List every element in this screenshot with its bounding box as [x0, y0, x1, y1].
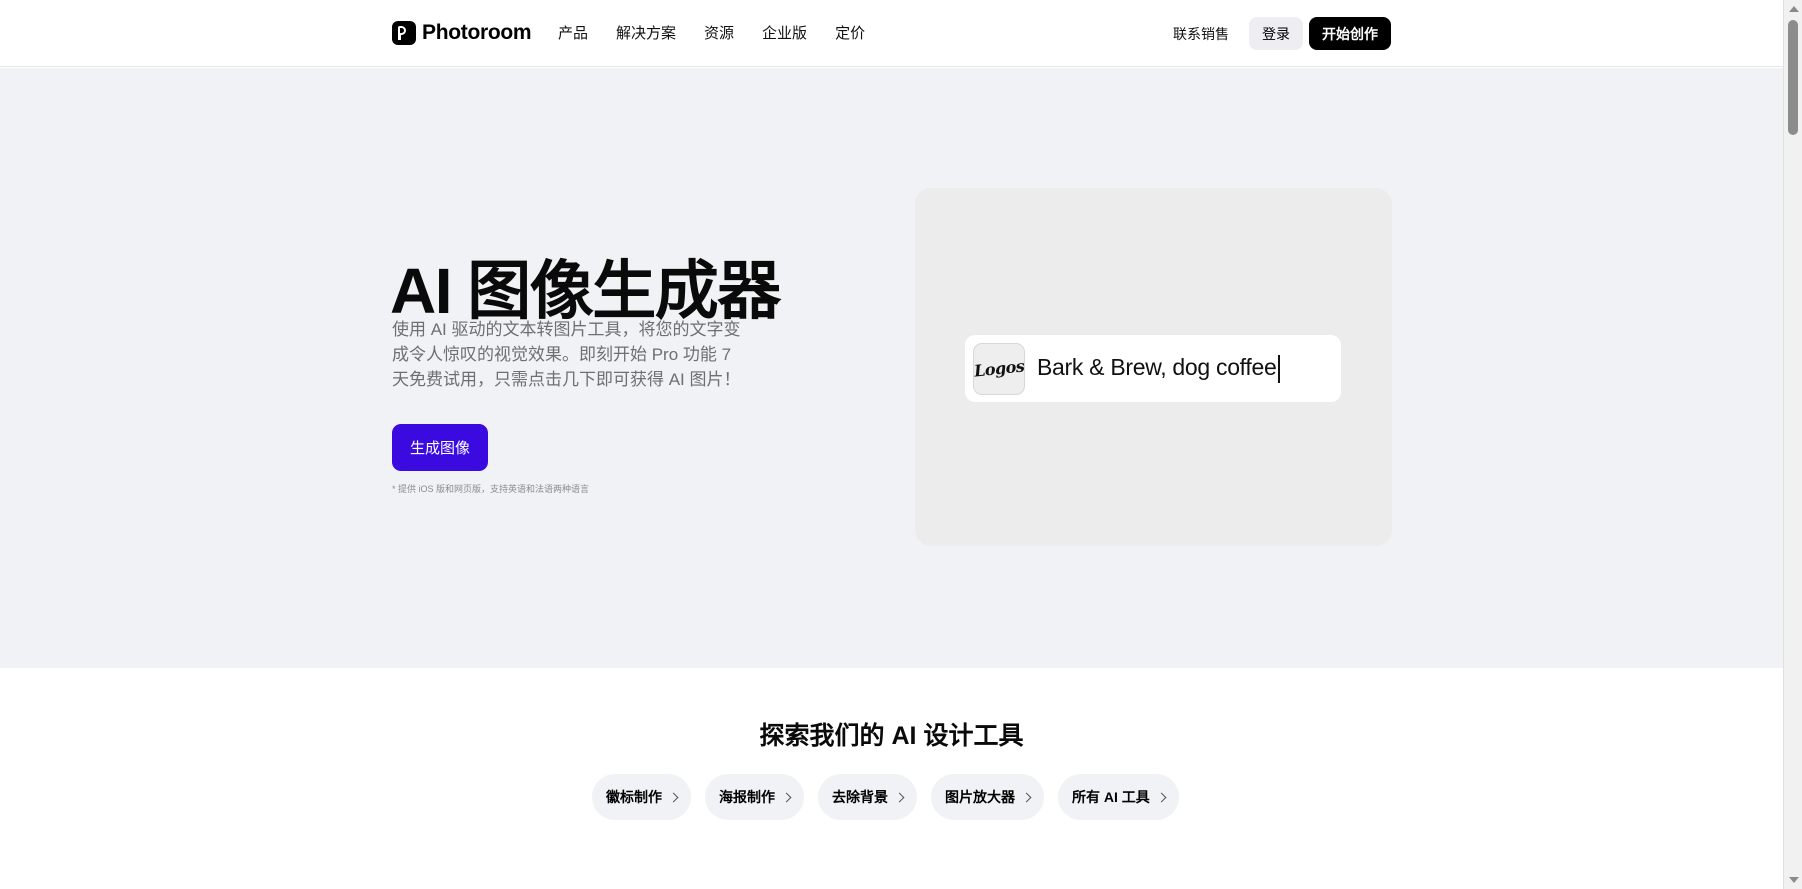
chip-label: 所有 AI 工具: [1072, 789, 1150, 805]
text-cursor: [1278, 354, 1281, 383]
availability-note: * 提供 iOS 版和网页版，支持英语和法语两种语言: [392, 484, 590, 494]
nav-actions: 联系销售 登录 开始创作: [1173, 17, 1391, 50]
logos-thumbnail-label: Logos: [973, 356, 1026, 381]
scroll-up-icon[interactable]: [1789, 6, 1799, 12]
chip-remove-background[interactable]: 去除背景: [818, 774, 917, 820]
chip-label: 去除背景: [832, 789, 888, 805]
login-button[interactable]: 登录: [1249, 17, 1303, 50]
top-navigation: Photoroom 产品 解决方案 资源 企业版 定价 联系销售 登录 开始创作: [0, 0, 1783, 67]
prompt-value: Bark & Brew, dog coffee: [1037, 354, 1277, 381]
chevron-right-icon: [1021, 792, 1032, 802]
prompt-input-demo: Logos Bark & Brew, dog coffee: [965, 335, 1341, 402]
hero-description: 使用 AI 驱动的文本转图片工具，将您的文字变成令人惊叹的视觉效果。即刻开始 P…: [392, 320, 741, 389]
brand-logo[interactable]: Photoroom: [392, 20, 532, 46]
chevron-right-icon: [1156, 792, 1167, 802]
tools-chip-list: 徽标制作 海报制作 去除背景 图片放大器 所有 AI 工具: [592, 774, 1193, 820]
chip-logo-maker[interactable]: 徽标制作: [592, 774, 691, 820]
menu-item-products[interactable]: 产品: [558, 22, 588, 43]
vertical-scrollbar[interactable]: [1783, 0, 1802, 889]
main-menu: 产品 解决方案 资源 企业版 定价: [558, 22, 893, 43]
chevron-right-icon: [781, 792, 792, 802]
chevron-right-icon: [894, 792, 905, 802]
chip-poster-maker[interactable]: 海报制作: [705, 774, 804, 820]
generate-image-button[interactable]: 生成图像: [392, 424, 489, 471]
hero-section: AI 图像生成器 使用 AI 驱动的文本转图片工具，将您的文字变成令人惊叹的视觉…: [0, 68, 1783, 668]
scrollbar-thumb[interactable]: [1788, 20, 1798, 135]
menu-item-enterprise[interactable]: 企业版: [762, 22, 807, 43]
brand-name: Photoroom: [422, 21, 532, 44]
contact-sales-link[interactable]: 联系销售: [1173, 24, 1229, 44]
menu-item-solutions[interactable]: 解决方案: [616, 22, 676, 43]
menu-item-pricing[interactable]: 定价: [835, 22, 865, 43]
menu-item-resources[interactable]: 资源: [704, 22, 734, 43]
chip-label: 图片放大器: [945, 789, 1015, 805]
chip-label: 徽标制作: [606, 789, 662, 805]
chip-all-ai-tools[interactable]: 所有 AI 工具: [1058, 774, 1179, 820]
demo-preview-card: Logos Bark & Brew, dog coffee: [915, 188, 1392, 546]
chip-label: 海报制作: [719, 789, 775, 805]
scroll-down-icon[interactable]: [1789, 877, 1799, 883]
prompt-text: Bark & Brew, dog coffee: [1037, 354, 1281, 383]
logos-thumbnail: Logos: [973, 342, 1026, 395]
start-creating-button[interactable]: 开始创作: [1309, 17, 1391, 50]
chevron-right-icon: [668, 792, 679, 802]
photoroom-logo-icon: [392, 21, 416, 45]
tools-section-title: 探索我们的 AI 设计工具: [759, 722, 1024, 750]
chip-image-upscaler[interactable]: 图片放大器: [931, 774, 1044, 820]
